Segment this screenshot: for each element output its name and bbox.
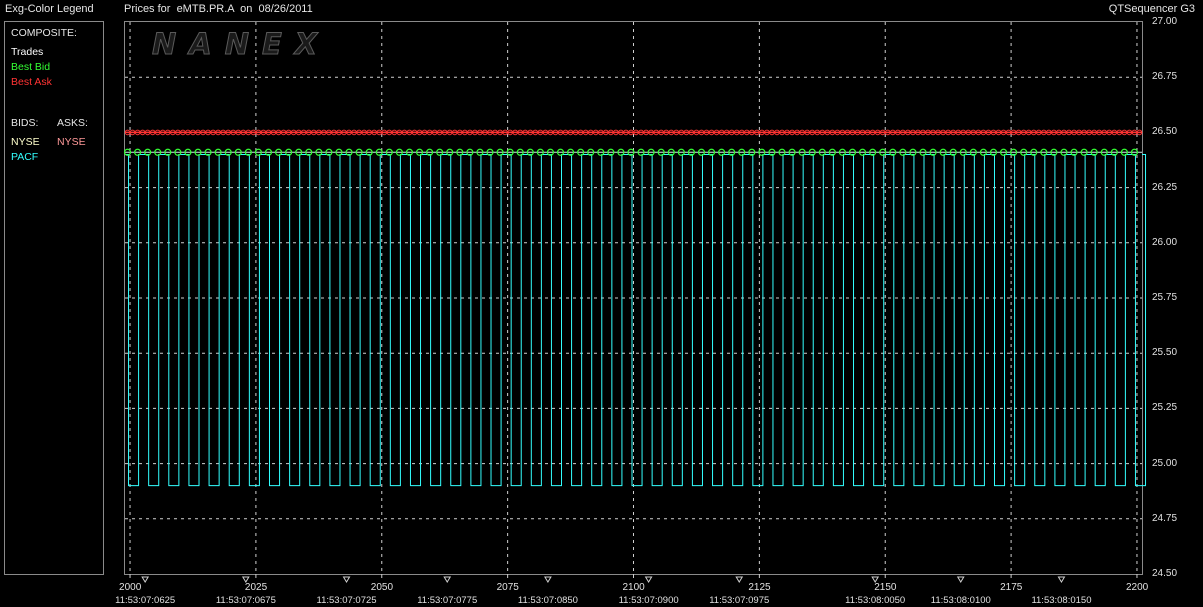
time-marker: [544, 576, 552, 583]
y-tick-label: 26.00: [1152, 236, 1178, 248]
time-marker: [141, 576, 150, 583]
time-marker: [1057, 576, 1066, 583]
x-tick-label: 2125: [748, 582, 771, 593]
y-tick-label: 24.75: [1152, 512, 1178, 524]
y-tick-label: 24.50: [1152, 568, 1178, 579]
time-tick-label: 11:53:07:0725: [316, 595, 377, 606]
time-tick-label: 11:53:07:0775: [417, 595, 478, 606]
y-tick-label: 26.75: [1152, 71, 1178, 83]
x-tick-label: 2075: [496, 582, 519, 593]
time-tick-label: 11:53:08:0100: [930, 595, 991, 606]
y-tick-label: 25.00: [1152, 457, 1178, 469]
pacf-bid-line: [125, 153, 1147, 487]
y-tick-label: 25.75: [1152, 292, 1178, 303]
time-marker: [735, 576, 744, 583]
time-marker: [644, 576, 653, 583]
y-tick-label: 26.25: [1152, 181, 1178, 193]
x-tick-label: 2025: [244, 582, 268, 593]
time-marker: [342, 576, 351, 583]
x-tick-label: 2175: [1000, 582, 1023, 593]
time-tick-label: 11:53:08:0150: [1031, 595, 1092, 606]
y-tick-label: 25.25: [1152, 402, 1178, 414]
x-tick-label: 2000: [119, 582, 142, 593]
y-tick-label: 26.50: [1152, 126, 1178, 138]
time-tick-label: 11:53:07:0625: [115, 595, 176, 606]
y-tick-label: 25.50: [1152, 347, 1178, 359]
time-tick-label: 11:53:07:0675: [215, 595, 276, 606]
x-tick-label: 2100: [622, 582, 645, 593]
time-marker: [443, 576, 452, 583]
time-tick-label: 11:53:07:0900: [618, 595, 679, 606]
time-tick-label: 11:53:08:0050: [845, 595, 906, 606]
x-tick-label: 2050: [370, 582, 394, 593]
time-tick-label: 11:53:07:0850: [517, 595, 578, 606]
price-chart: [123, 22, 1147, 583]
x-tick-label: 2150: [874, 582, 897, 593]
time-tick-label: 11:53:07:0975: [709, 595, 770, 606]
time-marker: [956, 576, 965, 583]
y-tick-label: 27.00: [1152, 16, 1178, 27]
x-tick-label: 2200: [1125, 582, 1149, 593]
